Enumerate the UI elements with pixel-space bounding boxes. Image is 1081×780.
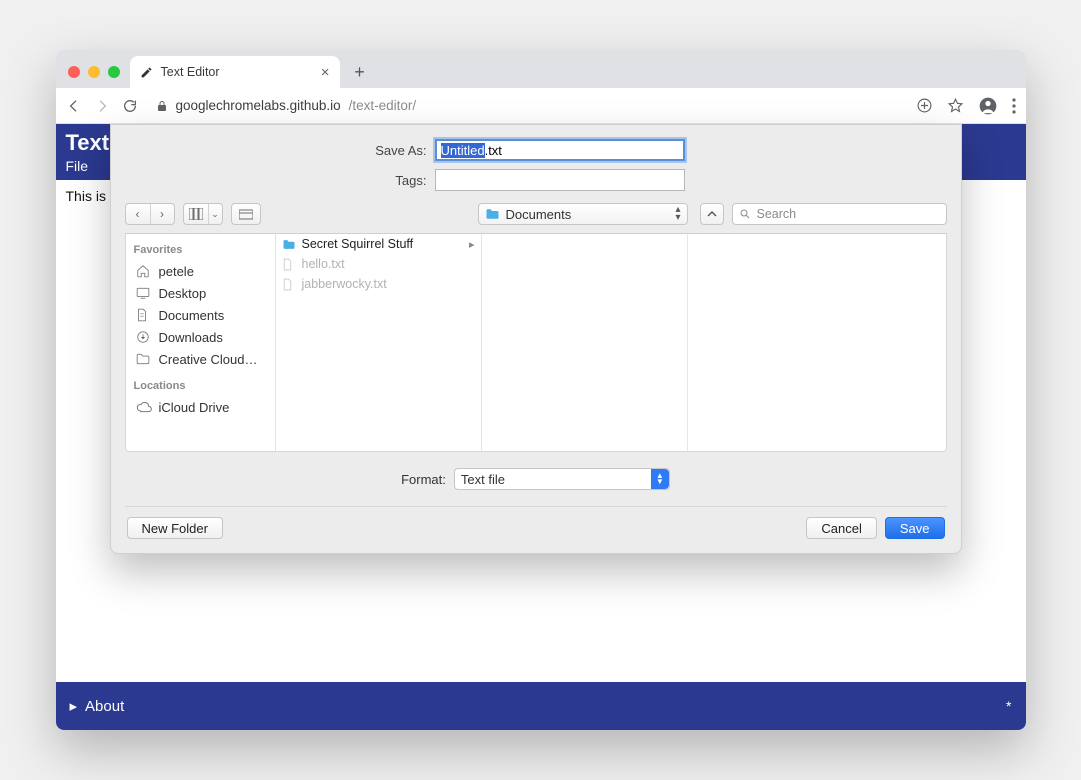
new-tab-button[interactable]: + bbox=[346, 58, 374, 86]
tags-label: Tags: bbox=[125, 173, 435, 188]
folder-row[interactable]: Secret Squirrel Stuff ▸ bbox=[276, 234, 481, 254]
browser-window: Text Editor × + googlechromelabs.github.… bbox=[56, 50, 1026, 730]
search-icon bbox=[739, 208, 751, 220]
bookmark-star-icon[interactable] bbox=[947, 97, 964, 114]
browser-tab[interactable]: Text Editor × bbox=[130, 56, 340, 88]
folder-icon bbox=[485, 208, 500, 220]
about-link[interactable]: About bbox=[85, 698, 124, 715]
sidebar-item-fav-3[interactable]: Downloads bbox=[132, 326, 269, 348]
pencil-icon bbox=[140, 66, 153, 79]
reload-button[interactable] bbox=[122, 98, 140, 114]
sidebar-item-label: Documents bbox=[159, 308, 225, 323]
columns-view-icon bbox=[184, 204, 208, 224]
forward-icon[interactable]: › bbox=[150, 204, 174, 224]
new-folder-button[interactable]: New Folder bbox=[127, 517, 223, 539]
location-label: Documents bbox=[506, 207, 572, 222]
download-icon bbox=[136, 330, 152, 344]
location-dropdown[interactable]: Documents ▴▾ bbox=[478, 203, 688, 225]
cloud-icon bbox=[136, 401, 152, 413]
tab-strip: Text Editor × + bbox=[56, 50, 1026, 88]
file-browser: Favorites petele Desktop Documents Download… bbox=[125, 234, 947, 452]
modified-indicator: * bbox=[1006, 698, 1011, 714]
view-mode[interactable]: ⌄ bbox=[183, 203, 223, 225]
preview-column bbox=[688, 234, 946, 451]
toolbar-right-icons bbox=[916, 96, 1016, 116]
file-column-empty bbox=[482, 234, 688, 451]
sidebar: Favorites petele Desktop Documents Download… bbox=[126, 234, 276, 451]
file-row: jabberwocky.txt bbox=[276, 274, 481, 294]
save-dialog: Save As: Tags: ‹ › ⌄ bbox=[110, 124, 962, 554]
desktop-icon bbox=[136, 287, 152, 299]
close-window-icon[interactable] bbox=[68, 66, 80, 78]
history-nav: ‹ › bbox=[125, 203, 175, 225]
disclosure-triangle-icon[interactable]: ▸ bbox=[70, 697, 78, 715]
lock-icon bbox=[156, 99, 168, 113]
folder-grid-icon bbox=[232, 204, 260, 224]
format-label: Format: bbox=[401, 472, 446, 487]
back-icon[interactable]: ‹ bbox=[126, 204, 150, 224]
url-host: googlechromelabs.github.io bbox=[176, 98, 341, 113]
folder-icon bbox=[136, 353, 152, 365]
sidebar-item-fav-4[interactable]: Creative Cloud… bbox=[132, 348, 269, 370]
sidebar-item-fav-1[interactable]: Desktop bbox=[132, 282, 269, 304]
sidebar-item-label: Creative Cloud… bbox=[159, 352, 258, 367]
menu-dots-icon[interactable] bbox=[1012, 98, 1016, 114]
sidebar-item-label: Desktop bbox=[159, 286, 207, 301]
locations-header: Locations bbox=[134, 380, 267, 392]
sidebar-item-loc-0[interactable]: iCloud Drive bbox=[132, 396, 269, 418]
page-content: Text File This is a n Save As: Tags: ‹ › bbox=[56, 124, 1026, 730]
format-select[interactable]: Text file ▲▼ bbox=[454, 468, 670, 490]
profile-icon[interactable] bbox=[978, 96, 998, 116]
search-input[interactable]: Search bbox=[732, 203, 947, 225]
favorites-header: Favorites bbox=[134, 244, 267, 256]
install-app-icon[interactable] bbox=[916, 97, 933, 114]
save-as-label: Save As: bbox=[125, 143, 435, 158]
window-controls bbox=[64, 66, 130, 88]
url-path: /text-editor/ bbox=[349, 98, 417, 113]
sidebar-item-fav-2[interactable]: Documents bbox=[132, 304, 269, 326]
app-footer: ▸ About * bbox=[56, 682, 1026, 730]
back-button[interactable] bbox=[66, 98, 84, 114]
browser-toolbar: googlechromelabs.github.io/text-editor/ bbox=[56, 88, 1026, 124]
cancel-button[interactable]: Cancel bbox=[806, 517, 876, 539]
sidebar-item-fav-0[interactable]: petele bbox=[132, 260, 269, 282]
forward-button[interactable] bbox=[94, 98, 112, 114]
file-row: hello.txt bbox=[276, 254, 481, 274]
address-bar[interactable]: googlechromelabs.github.io/text-editor/ bbox=[150, 98, 906, 113]
save-as-input[interactable] bbox=[435, 139, 685, 161]
chevron-down-icon: ⌄ bbox=[208, 204, 222, 224]
tags-input[interactable] bbox=[435, 169, 685, 191]
tab-close-icon[interactable]: × bbox=[321, 64, 330, 81]
chevron-right-icon: ▸ bbox=[469, 238, 475, 251]
doc-icon bbox=[136, 308, 152, 322]
select-stepper-icon: ▲▼ bbox=[651, 469, 669, 489]
file-column: Secret Squirrel Stuff ▸ hello.txt jabberwoc… bbox=[276, 234, 482, 451]
minimize-window-icon[interactable] bbox=[88, 66, 100, 78]
file-name: hello.txt bbox=[302, 257, 345, 271]
collapse-button[interactable] bbox=[700, 203, 724, 225]
search-placeholder: Search bbox=[757, 207, 797, 221]
sidebar-item-label: iCloud Drive bbox=[159, 400, 230, 415]
tab-title: Text Editor bbox=[161, 65, 220, 79]
file-icon bbox=[282, 258, 296, 271]
sidebar-item-label: petele bbox=[159, 264, 194, 279]
group-button[interactable] bbox=[231, 203, 261, 225]
dialog-nav-row: ‹ › ⌄ bbox=[125, 199, 947, 234]
folder-icon bbox=[282, 239, 296, 250]
file-name: jabberwocky.txt bbox=[302, 277, 387, 291]
save-button[interactable]: Save bbox=[885, 517, 945, 539]
updown-chevron-icon: ▴▾ bbox=[675, 206, 680, 222]
maximize-window-icon[interactable] bbox=[108, 66, 120, 78]
file-name: Secret Squirrel Stuff bbox=[302, 237, 414, 251]
home-icon bbox=[136, 264, 152, 278]
sidebar-item-label: Downloads bbox=[159, 330, 223, 345]
file-icon bbox=[282, 278, 296, 291]
format-value: Text file bbox=[461, 472, 505, 487]
